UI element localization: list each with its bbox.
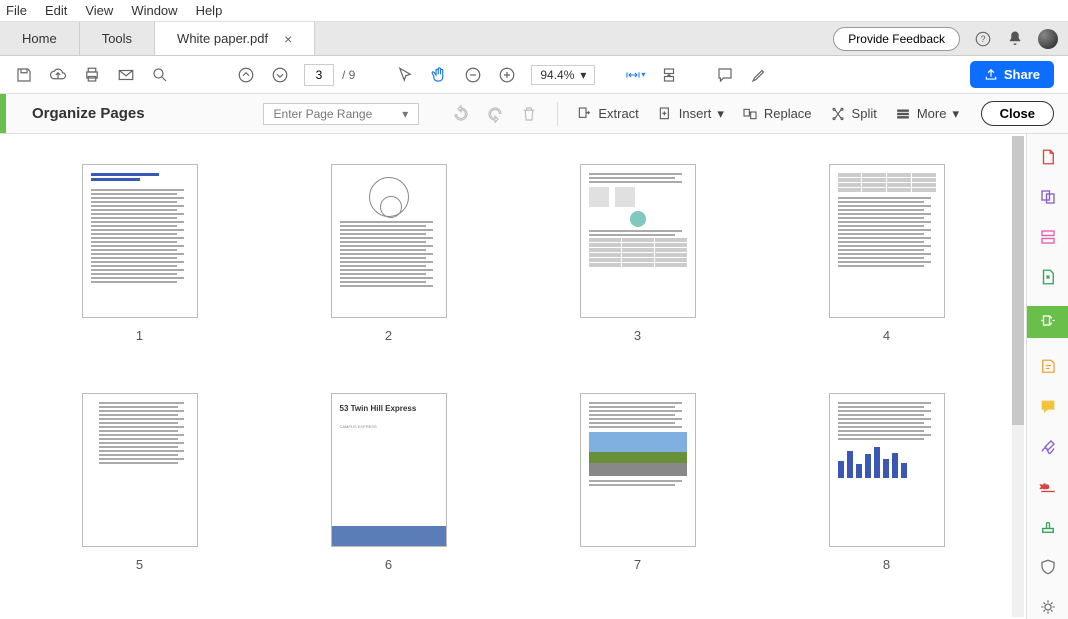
zoom-in-icon[interactable] <box>497 65 517 85</box>
search-icon[interactable] <box>150 65 170 85</box>
page-up-icon[interactable] <box>236 65 256 85</box>
share-button-label: Share <box>1004 67 1040 82</box>
scroll-mode-icon[interactable] <box>659 65 679 85</box>
tab-home[interactable]: Home <box>0 22 80 55</box>
page-range-placeholder: Enter Page Range <box>274 107 373 121</box>
extract-label: Extract <box>598 106 638 121</box>
edit-pdf-icon[interactable] <box>1037 226 1059 248</box>
accent-strip <box>0 94 6 133</box>
page6-heading: 53 Twin Hill Express <box>332 394 446 424</box>
save-icon[interactable] <box>14 65 34 85</box>
cloud-upload-icon[interactable] <box>48 65 68 85</box>
page-thumbnail-3[interactable] <box>580 164 696 318</box>
comment-tool-icon[interactable] <box>1037 356 1059 378</box>
rotate-right-icon[interactable] <box>485 104 505 124</box>
page-thumbnail-4[interactable] <box>829 164 945 318</box>
highlight-icon[interactable] <box>749 65 769 85</box>
zoom-out-icon[interactable] <box>463 65 483 85</box>
export-pdf-icon[interactable] <box>1037 266 1059 288</box>
page-number-2: 2 <box>385 328 392 343</box>
insert-button[interactable]: Insert ▾ <box>657 106 724 122</box>
page-range-input[interactable]: Enter Page Range ▾ <box>263 103 420 125</box>
svg-text:?: ? <box>980 34 985 44</box>
page-thumbnails-area[interactable]: 1 2 3 <box>0 134 1026 619</box>
menu-view[interactable]: View <box>85 3 113 18</box>
menu-bar: File Edit View Window Help <box>0 0 1068 22</box>
page-thumbnail-7[interactable] <box>580 393 696 547</box>
page-number-input[interactable] <box>304 64 334 86</box>
split-label: Split <box>852 106 877 121</box>
delete-icon[interactable] <box>519 104 539 124</box>
tab-document[interactable]: White paper.pdf × <box>155 22 315 55</box>
separator <box>557 102 558 126</box>
rotate-left-icon[interactable] <box>451 104 471 124</box>
fit-width-icon[interactable]: ▾ <box>625 65 645 85</box>
page-thumbnail-5[interactable] <box>82 393 198 547</box>
page-number-8: 8 <box>883 557 890 572</box>
page-number-3: 3 <box>634 328 641 343</box>
tab-close-icon[interactable]: × <box>284 31 292 47</box>
menu-help[interactable]: Help <box>196 3 223 18</box>
zoom-level-label: 94.4% <box>540 68 574 82</box>
page-number-5: 5 <box>136 557 143 572</box>
chevron-down-icon: ▾ <box>952 106 959 122</box>
notifications-icon[interactable] <box>1006 30 1024 48</box>
extract-button[interactable]: Extract <box>576 106 638 122</box>
replace-label: Replace <box>764 106 812 121</box>
chevron-down-icon: ▾ <box>402 107 408 121</box>
page-number-6: 6 <box>385 557 392 572</box>
page-total-label: / 9 <box>342 68 355 82</box>
page-number-1: 1 <box>136 328 143 343</box>
chevron-down-icon: ▾ <box>717 106 724 122</box>
send-comments-icon[interactable] <box>1037 396 1059 418</box>
menu-window[interactable]: Window <box>131 3 177 18</box>
tab-tools[interactable]: Tools <box>80 22 155 55</box>
page-down-icon[interactable] <box>270 65 290 85</box>
create-pdf-icon[interactable] <box>1037 146 1059 168</box>
right-tools-rail: xls <box>1026 134 1068 619</box>
organize-pages-title: Organize Pages <box>32 105 145 122</box>
page-thumbnail-2[interactable] <box>331 164 447 318</box>
combine-files-icon[interactable] <box>1037 186 1059 208</box>
svg-text:xls: xls <box>1040 484 1049 491</box>
page-thumbnail-8[interactable] <box>829 393 945 547</box>
main-toolbar: / 9 94.4% ▾ ▾ Share <box>0 56 1068 94</box>
page-number-4: 4 <box>883 328 890 343</box>
organize-pages-icon[interactable] <box>1027 306 1068 338</box>
page-thumbnail-6[interactable]: 53 Twin Hill Express CAMPUS EXPRESS <box>331 393 447 547</box>
tab-bar: Home Tools White paper.pdf × Provide Fee… <box>0 22 1068 56</box>
page-thumbnail-1[interactable] <box>82 164 198 318</box>
insert-label: Insert <box>679 106 712 121</box>
menu-edit[interactable]: Edit <box>45 3 67 18</box>
more-label: More <box>917 106 947 121</box>
select-tool-icon[interactable] <box>395 65 415 85</box>
replace-button[interactable]: Replace <box>742 106 812 122</box>
comment-icon[interactable] <box>715 65 735 85</box>
protect-icon[interactable] <box>1037 556 1059 578</box>
close-button[interactable]: Close <box>981 101 1054 126</box>
provide-feedback-button[interactable]: Provide Feedback <box>833 27 960 51</box>
user-avatar[interactable] <box>1038 29 1058 49</box>
page-number-7: 7 <box>634 557 641 572</box>
mail-icon[interactable] <box>116 65 136 85</box>
more-button[interactable]: More ▾ <box>895 106 959 122</box>
organize-pages-toolbar: Organize Pages Enter Page Range ▾ Extrac… <box>0 94 1068 134</box>
stamp-icon[interactable] <box>1037 516 1059 538</box>
hand-tool-icon[interactable] <box>429 65 449 85</box>
print-icon[interactable] <box>82 65 102 85</box>
zoom-level-dropdown[interactable]: 94.4% ▾ <box>531 65 595 85</box>
share-button[interactable]: Share <box>970 61 1054 88</box>
tab-document-label: White paper.pdf <box>177 31 268 46</box>
fill-sign-icon[interactable] <box>1037 436 1059 458</box>
split-button[interactable]: Split <box>830 106 877 122</box>
more-tools-icon-2[interactable] <box>1037 596 1059 618</box>
more-tools-icon-1[interactable]: xls <box>1037 476 1059 498</box>
vertical-scrollbar[interactable] <box>1012 136 1024 617</box>
content-area: 1 2 3 <box>0 134 1068 619</box>
menu-file[interactable]: File <box>6 3 27 18</box>
help-icon[interactable]: ? <box>974 30 992 48</box>
chevron-down-icon: ▾ <box>580 68 586 82</box>
